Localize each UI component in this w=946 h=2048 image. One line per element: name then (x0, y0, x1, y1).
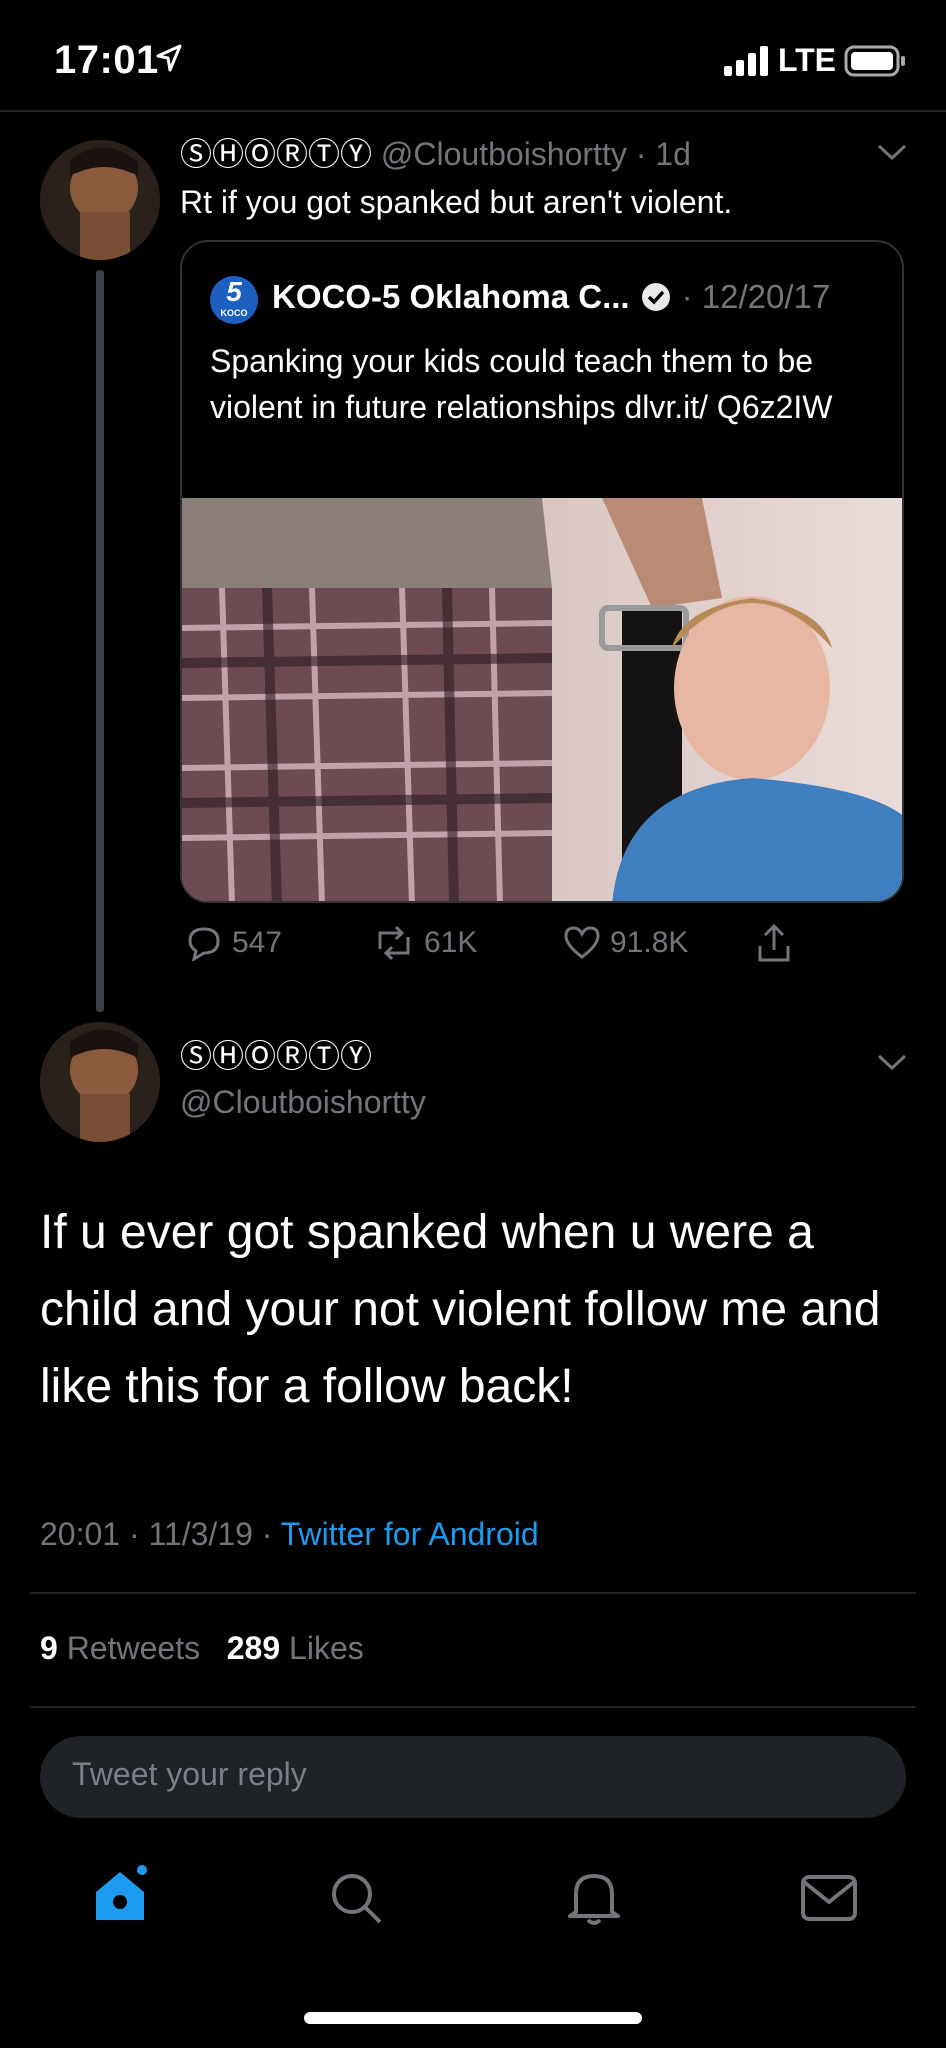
signal-icon (723, 45, 768, 76)
network-label: LTE (777, 42, 836, 78)
tweet1-handle[interactable]: @Cloutboishortty (381, 136, 627, 172)
chevron-down-icon[interactable] (876, 1052, 908, 1077)
like-stat-label: Likes (289, 1630, 364, 1666)
tweet1-text: Rt if you got spanked but aren't violent… (180, 184, 733, 220)
tweet2-text: If u ever got spanked when u were a chil… (40, 1206, 881, 1413)
quote-photo[interactable] (182, 498, 902, 901)
quote-tweet-card[interactable]: 5 KOCO KOCO-5 Oklahoma C... · 12/20/17 S… (180, 240, 904, 903)
notifications-icon[interactable] (566, 1868, 622, 1933)
verified-badge-icon (641, 283, 670, 311)
location-arrow-icon (156, 44, 182, 79)
status-time: 17:01 (54, 38, 159, 82)
share-icon (758, 923, 790, 962)
reply-placeholder: Tweet your reply (72, 1756, 307, 1792)
tweet2-source[interactable]: Twitter for Android (281, 1516, 539, 1552)
retweet-button[interactable]: 61K (372, 925, 477, 961)
tweet2-timestamp: 20:01 · 11/3/19 · (40, 1516, 281, 1552)
tweet2-username[interactable]: ⓈⒽⓄⓇⓉⓎ (180, 1036, 372, 1076)
quote-text: Spanking your kids could teach them to b… (210, 343, 833, 425)
divider (30, 1706, 916, 1708)
avatar[interactable] (40, 140, 160, 260)
reply-input[interactable]: Tweet your reply (40, 1736, 906, 1818)
retweet-stat[interactable]: 9 Retweets (40, 1630, 200, 1666)
tweet1-username[interactable]: ⓈⒽⓄⓇⓉⓎ (180, 136, 372, 172)
quote-date: · 12/20/17 (681, 278, 831, 315)
koco-logo-sub: KOCO (220, 308, 248, 318)
search-icon[interactable] (328, 1870, 384, 1931)
avatar[interactable] (40, 1022, 160, 1142)
reply-icon (188, 927, 220, 961)
retweet-stat-count: 9 (40, 1630, 58, 1666)
status-right: LTE (723, 42, 906, 79)
divider (30, 1592, 916, 1594)
retweet-icon (378, 925, 410, 961)
like-button[interactable]: 91.8K (562, 925, 688, 961)
quote-author-name[interactable]: KOCO-5 Oklahoma C... (272, 278, 630, 316)
retweet-stat-label: Retweets (66, 1630, 201, 1666)
share-button[interactable] (754, 922, 794, 969)
like-stat[interactable]: 289 Likes (227, 1630, 364, 1666)
battery-icon (844, 45, 905, 76)
tweet1-age: · 1d (635, 136, 691, 172)
thread-line (96, 270, 104, 1012)
reply-count: 547 (232, 926, 283, 959)
home-icon[interactable] (92, 1864, 152, 1929)
retweet-count: 61K (424, 926, 478, 959)
tweet2-handle[interactable]: @Cloutboishortty (180, 1082, 426, 1122)
like-count: 91.8K (610, 926, 689, 959)
home-indicator[interactable] (304, 2012, 642, 2024)
chevron-down-icon[interactable] (876, 142, 908, 167)
header-divider (0, 110, 946, 112)
messages-icon[interactable] (800, 1874, 858, 1927)
reply-button[interactable]: 547 (184, 925, 282, 961)
koco-logo-number: 5 (226, 276, 242, 307)
heart-icon (564, 926, 600, 959)
like-stat-count: 289 (226, 1630, 281, 1666)
koco-logo: 5 KOCO (210, 276, 258, 324)
